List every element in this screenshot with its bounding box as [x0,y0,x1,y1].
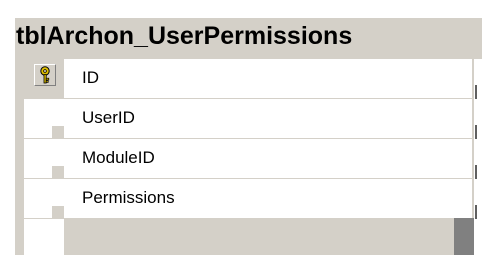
key-cell-button [34,64,56,86]
column-name: Permissions [82,188,175,207]
selector-bevel [52,206,64,218]
scrollbar-tick [475,85,477,99]
selector-bevel [52,166,64,178]
scrollbar-tick [475,165,477,179]
row-selector-new[interactable] [24,219,64,255]
row-selector-id[interactable] [24,59,64,99]
column-row-userid[interactable]: UserID [64,99,472,139]
selector-bevel [52,126,64,138]
row-selector-moduleid[interactable] [24,139,64,179]
scrollbar-tick [475,125,477,139]
key-icon [40,66,50,84]
vertical-scrollbar-thumb[interactable] [454,218,474,255]
column-name: UserID [82,108,135,127]
column-row-moduleid[interactable]: ModuleID [64,139,472,179]
scrollbar-tick [475,205,477,219]
row-selector-permissions[interactable] [24,179,64,219]
table-title: tblArchon_UserPermissions [16,22,353,50]
column-name: ModuleID [82,148,155,167]
row-selector-userid[interactable] [24,99,64,139]
column-name: ID [82,68,99,87]
column-row-id[interactable]: ID [64,59,472,99]
column-row-permissions[interactable]: Permissions [64,179,472,219]
